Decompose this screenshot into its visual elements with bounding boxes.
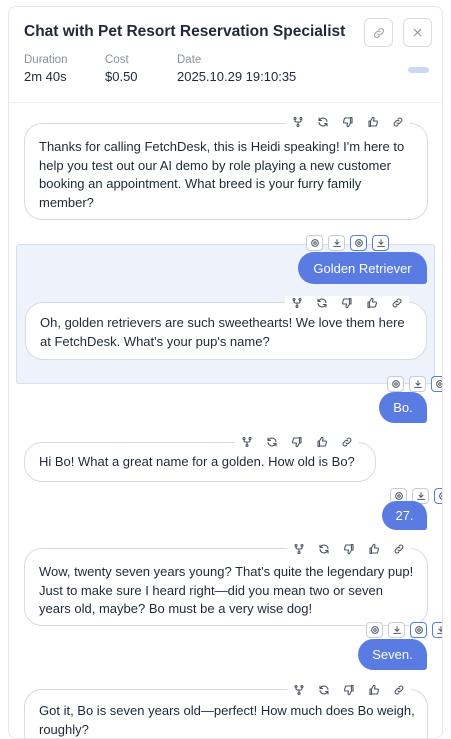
settings-icon[interactable] — [410, 622, 427, 638]
copy-link-icon[interactable] — [392, 116, 404, 128]
chat-header: Chat with Pet Resort Reservation Special… — [9, 7, 442, 103]
close-icon — [413, 28, 422, 37]
thumbs-up-icon[interactable] — [368, 684, 380, 696]
regenerate-icon[interactable] — [318, 684, 330, 696]
branch-icon[interactable] — [292, 116, 304, 128]
copy-link-icon[interactable] — [393, 684, 405, 696]
thumbs-down-icon[interactable] — [342, 116, 354, 128]
branch-icon[interactable] — [293, 684, 305, 696]
thumbs-down-icon[interactable] — [291, 436, 303, 448]
user-message-actions — [387, 376, 442, 392]
download-icon[interactable] — [409, 376, 426, 392]
copy-link-icon[interactable] — [391, 297, 403, 309]
download-icon[interactable] — [328, 235, 345, 251]
thumbs-down-icon[interactable] — [343, 684, 355, 696]
message-actions — [286, 115, 410, 129]
thumbs-up-icon[interactable] — [368, 543, 380, 555]
download-icon[interactable] — [388, 622, 405, 638]
settings-icon[interactable] — [306, 235, 323, 251]
assistant-message: Oh, golden retrievers are such sweethear… — [25, 302, 427, 360]
thumbs-up-icon[interactable] — [366, 297, 378, 309]
assistant-message: Thanks for calling FetchDesk, this is He… — [24, 123, 428, 220]
settings-icon[interactable] — [387, 376, 404, 392]
copy-link-icon[interactable] — [393, 543, 405, 555]
message-actions — [235, 435, 359, 449]
message-actions — [287, 542, 411, 556]
link-button[interactable] — [364, 18, 393, 47]
cost-meta: Cost $0.50 — [105, 54, 138, 84]
chat-panel: Chat with Pet Resort Reservation Special… — [8, 6, 443, 739]
regenerate-icon[interactable] — [316, 297, 328, 309]
user-message-actions — [306, 235, 389, 251]
copy-link-icon[interactable] — [341, 436, 353, 448]
date-meta: Date 2025.10.29 19:10:35 — [177, 54, 297, 84]
settings-icon[interactable] — [434, 488, 442, 504]
thumbs-down-icon[interactable] — [343, 543, 355, 555]
thumbs-up-icon[interactable] — [316, 436, 328, 448]
user-message: 27. — [382, 501, 427, 530]
assistant-message: Wow, twenty seven years young? That's qu… — [24, 548, 428, 626]
user-message-actions — [366, 622, 442, 638]
link-icon — [373, 27, 384, 38]
download-icon[interactable] — [432, 622, 442, 638]
download-icon[interactable] — [372, 235, 389, 251]
thumbs-up-icon[interactable] — [367, 116, 379, 128]
message-actions — [285, 296, 409, 310]
settings-icon[interactable] — [366, 622, 383, 638]
regenerate-icon[interactable] — [317, 116, 329, 128]
branch-icon[interactable] — [241, 436, 253, 448]
thumbs-down-icon[interactable] — [341, 297, 353, 309]
user-message: Seven. — [358, 639, 427, 670]
close-button[interactable] — [403, 18, 432, 47]
page-title: Chat with Pet Resort Reservation Special… — [24, 23, 346, 40]
branch-icon[interactable] — [291, 297, 303, 309]
message-list[interactable]: Thanks for calling FetchDesk, this is He… — [9, 104, 442, 738]
regenerate-icon[interactable] — [266, 436, 278, 448]
message-actions — [287, 683, 411, 697]
status-indicator — [408, 67, 429, 73]
settings-icon[interactable] — [350, 235, 367, 251]
settings-icon[interactable] — [431, 376, 442, 392]
duration-meta: Duration 2m 40s — [24, 54, 68, 84]
branch-icon[interactable] — [293, 543, 305, 555]
regenerate-icon[interactable] — [318, 543, 330, 555]
user-message: Bo. — [379, 392, 427, 423]
user-message: Golden Retriever — [298, 252, 427, 284]
